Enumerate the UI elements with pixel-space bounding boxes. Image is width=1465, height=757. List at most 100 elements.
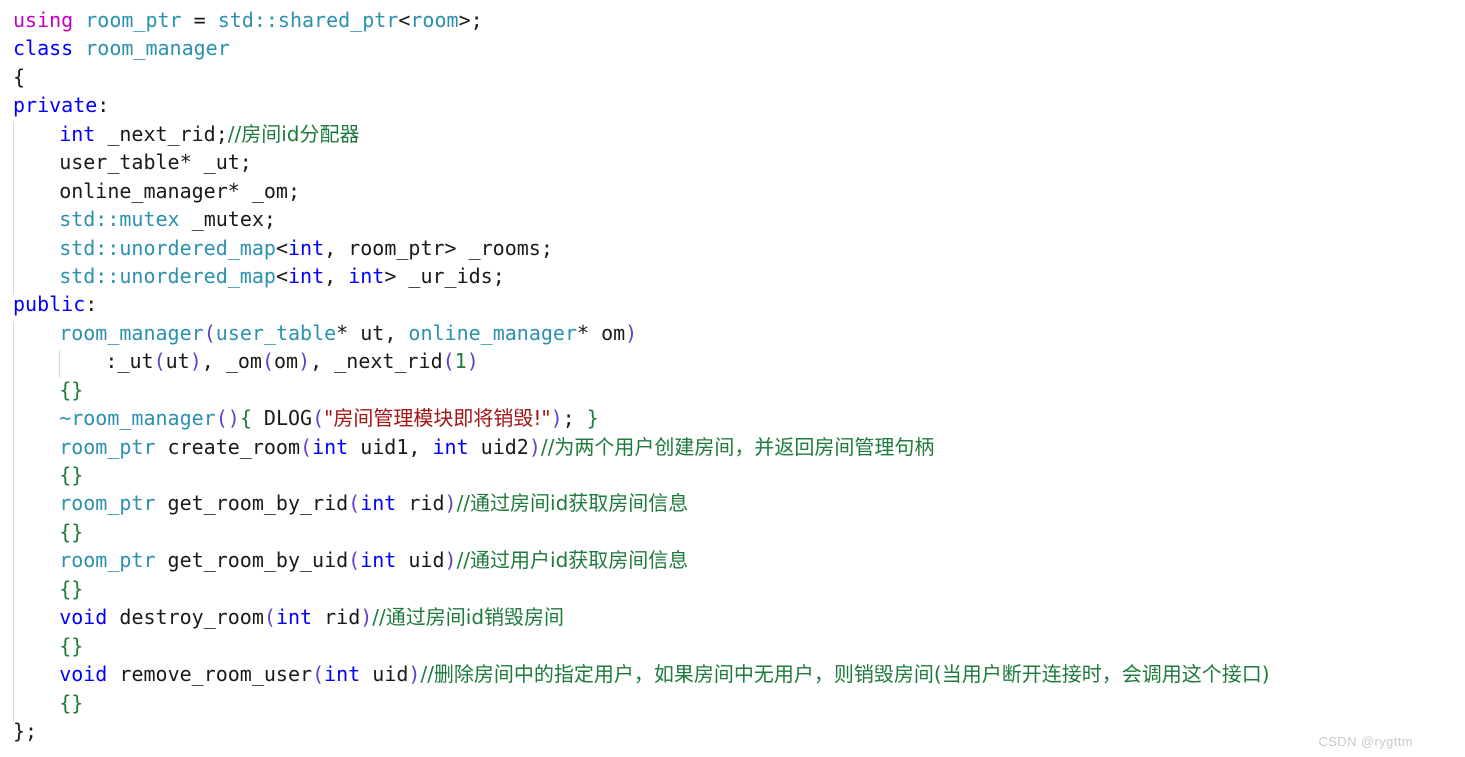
- code-token: };: [13, 718, 38, 743]
- code-line[interactable]: room_ptr get_room_by_rid(int rid)//通过房间i…: [0, 489, 1465, 517]
- code-token: (: [263, 605, 276, 630]
- code-token: :_ut: [105, 349, 154, 374]
- code-token: std::unordered_map: [59, 235, 276, 260]
- code-token: (: [348, 491, 361, 516]
- code-line[interactable]: online_manager* _om;: [0, 177, 1465, 205]
- code-line[interactable]: {}: [0, 376, 1465, 404]
- code-line[interactable]: room_ptr create_room(int uid1, int uid2)…: [0, 433, 1465, 461]
- code-token: std::mutex: [59, 207, 180, 232]
- code-token: rid: [396, 491, 445, 516]
- code-line[interactable]: std::unordered_map<int, int> _ur_ids;: [0, 262, 1465, 290]
- code-line[interactable]: {}: [0, 689, 1465, 717]
- code-line[interactable]: {}: [0, 575, 1465, 603]
- code-line[interactable]: void remove_room_user(int uid)//删除房间中的指定…: [0, 660, 1465, 688]
- code-token: =: [181, 8, 218, 32]
- code-token: (: [300, 434, 313, 459]
- code-token: om: [274, 349, 299, 374]
- code-token: uid1,: [348, 434, 433, 459]
- code-token: * om: [576, 320, 626, 345]
- code-line[interactable]: std::mutex _mutex;: [0, 205, 1465, 233]
- code-line[interactable]: {: [0, 63, 1465, 91]
- code-token: //通过用户id获取房间信息: [456, 548, 689, 573]
- code-token: , _next_rid: [310, 349, 443, 374]
- code-token: room_manager: [59, 320, 204, 345]
- code-line[interactable]: :_ut(ut), _om(om), _next_rid(1): [0, 347, 1465, 375]
- code-token: //删除房间中的指定用户，如果房间中无用户，则销毁房间(当用户断开连接时，会调用…: [420, 662, 1270, 687]
- code-token: ): [189, 349, 202, 374]
- code-line[interactable]: room_manager(user_table* ut, online_mana…: [0, 319, 1465, 347]
- code-line[interactable]: private:: [0, 91, 1465, 119]
- code-token: DLOG: [251, 406, 313, 431]
- code-token: uid: [360, 662, 409, 687]
- code-token: * ut,: [336, 320, 409, 345]
- code-token: ): [444, 491, 457, 516]
- code-editor-surface[interactable]: using room_ptr = std::shared_ptr<room>; c…: [0, 0, 1465, 757]
- code-token: user_table: [215, 320, 337, 345]
- code-token: //通过房间id获取房间信息: [456, 491, 689, 516]
- code-block[interactable]: using room_ptr = std::shared_ptr<room>; c…: [0, 0, 1465, 745]
- code-token: int: [275, 605, 313, 630]
- code-token: :: [85, 292, 98, 317]
- code-token: int: [324, 662, 361, 687]
- code-token: class: [13, 36, 74, 61]
- code-token: online_manager* _om;: [59, 178, 301, 203]
- code-token: int: [287, 263, 325, 288]
- code-token: ): [227, 406, 240, 431]
- code-token: 1: [454, 349, 467, 374]
- code-line[interactable]: using room_ptr = std::shared_ptr<room>;: [0, 6, 1465, 34]
- code-line[interactable]: };: [0, 717, 1465, 745]
- code-token: ~room_manager: [59, 406, 216, 431]
- code-line[interactable]: {}: [0, 632, 1465, 660]
- code-token: (: [312, 662, 325, 687]
- code-line[interactable]: void destroy_room(int rid)//通过房间id销毁房间: [0, 603, 1465, 631]
- code-token: int: [287, 235, 325, 260]
- code-token: room_ptr: [59, 434, 156, 459]
- code-token: std::shared_ptr: [217, 8, 399, 32]
- code-token: public: [13, 292, 86, 317]
- code-token: (: [261, 349, 275, 374]
- code-token: ): [550, 406, 563, 431]
- code-line[interactable]: ~room_manager(){ DLOG("房间管理模块即将销毁!"); }: [0, 404, 1465, 432]
- code-token: room_ptr: [85, 8, 182, 32]
- code-token: //为两个用户创建房间，并返回房间管理句柄: [540, 434, 935, 459]
- code-token: :: [97, 93, 110, 118]
- code-line[interactable]: class room_manager: [0, 34, 1465, 62]
- code-line[interactable]: int _next_rid;//房间id分配器: [0, 120, 1465, 148]
- code-token: _next_rid;: [95, 121, 228, 146]
- code-token: ,: [324, 263, 349, 288]
- code-token: user_table* _ut;: [59, 150, 252, 175]
- code-token: ): [360, 605, 373, 630]
- code-token: {}: [59, 576, 84, 601]
- code-token: {}: [59, 690, 84, 715]
- code-token: //房间id分配器: [227, 121, 360, 146]
- code-line[interactable]: user_table* _ut;: [0, 148, 1465, 176]
- code-line[interactable]: {}: [0, 461, 1465, 489]
- code-token: int: [59, 121, 96, 146]
- code-token: {}: [59, 633, 84, 658]
- code-token: {: [13, 64, 26, 89]
- csdn-watermark: CSDN @rygttm: [1318, 734, 1413, 749]
- code-token: ): [444, 548, 457, 573]
- code-line[interactable]: public:: [0, 290, 1465, 318]
- code-token: , room_ptr> _rooms;: [324, 235, 553, 260]
- code-token: rid: [312, 605, 361, 630]
- code-token: (: [215, 406, 228, 431]
- code-token: room_ptr: [59, 491, 156, 516]
- code-line[interactable]: room_ptr get_room_by_uid(int uid)//通过用户i…: [0, 546, 1465, 574]
- code-token: create_room: [155, 434, 301, 459]
- code-token: online_manager: [408, 320, 577, 345]
- code-token: _mutex;: [179, 207, 276, 232]
- code-token: ): [408, 662, 421, 687]
- code-token: (: [442, 349, 455, 374]
- code-token: uid: [396, 548, 445, 573]
- code-token: (: [312, 406, 325, 431]
- code-line[interactable]: std::unordered_map<int, room_ptr> _rooms…: [0, 234, 1465, 262]
- code-line[interactable]: {}: [0, 518, 1465, 546]
- code-token: <: [275, 235, 288, 260]
- code-token: {}: [59, 463, 84, 487]
- code-token: private: [13, 93, 98, 118]
- code-token: ut: [165, 349, 190, 374]
- code-token: room_ptr: [59, 548, 156, 573]
